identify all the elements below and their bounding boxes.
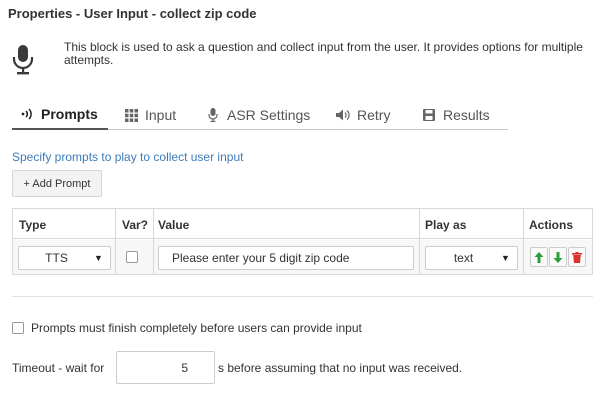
move-up-button[interactable]	[530, 247, 548, 267]
tab-label: ASR Settings	[227, 107, 311, 123]
grid-icon	[124, 108, 138, 122]
prompt-value-input[interactable]: Please enter your 5 digit zip code	[158, 246, 414, 270]
tab-label: Input	[145, 107, 177, 123]
trash-icon	[572, 251, 582, 263]
var-checkbox[interactable]	[126, 251, 138, 263]
tab-retry[interactable]: Retry	[336, 100, 390, 130]
floppy-disk-icon	[422, 108, 436, 122]
microphone-icon	[206, 108, 220, 122]
must-finish-option[interactable]: Prompts must finish completely before us…	[12, 321, 362, 335]
voice-waves-icon	[20, 107, 34, 121]
timeout-row: Timeout - wait for 5 s before assuming t…	[12, 351, 592, 384]
tab-prompts[interactable]: Prompts	[12, 100, 108, 130]
arrow-up-icon	[534, 251, 544, 263]
column-header-play-as: Play as	[425, 218, 467, 232]
tab-results[interactable]: Results	[422, 100, 490, 130]
tab-asr-settings[interactable]: ASR Settings	[206, 100, 310, 130]
must-finish-label: Prompts must finish completely before us…	[31, 321, 362, 335]
type-select-value: TTS	[45, 251, 68, 265]
tab-label: Prompts	[41, 106, 98, 122]
timeout-prefix-label: Timeout - wait for	[12, 361, 105, 375]
type-select[interactable]: TTS ▼	[18, 246, 111, 270]
tab-input[interactable]: Input	[124, 100, 176, 130]
prompts-table: Type Var? Value Play as Actions TTS ▼ Pl…	[12, 208, 593, 275]
column-header-type: Type	[19, 218, 47, 232]
must-finish-checkbox[interactable]	[12, 322, 24, 334]
play-as-select[interactable]: text ▼	[425, 246, 518, 270]
dropdown-arrow-icon: ▼	[94, 253, 103, 263]
microphone-icon	[12, 44, 34, 76]
tab-bar: Prompts Input ASR Settings Retry Results	[12, 100, 508, 130]
block-description: This block is used to ask a question and…	[64, 40, 583, 67]
play-as-select-value: text	[453, 251, 474, 265]
move-down-button[interactable]	[549, 247, 567, 267]
column-header-value: Value	[158, 218, 190, 232]
section-divider	[12, 296, 593, 297]
tab-label: Retry	[357, 107, 391, 123]
delete-button[interactable]	[568, 247, 586, 267]
arrow-down-icon	[553, 251, 563, 263]
timeout-suffix-label: s before assuming that no input was rece…	[218, 361, 463, 375]
timeout-input[interactable]: 5	[116, 351, 215, 384]
page-title: Properties - User Input - collect zip co…	[8, 6, 257, 21]
column-header-var: Var?	[122, 218, 149, 232]
tab-label: Results	[443, 107, 490, 123]
speaker-icon	[336, 108, 350, 122]
add-prompt-button[interactable]: + Add Prompt	[12, 170, 102, 197]
dropdown-arrow-icon: ▼	[501, 253, 510, 263]
column-header-actions: Actions	[529, 218, 574, 232]
table-header: Type Var? Value Play as Actions	[13, 209, 592, 239]
prompts-instruction: Specify prompts to play to collect user …	[12, 150, 244, 164]
